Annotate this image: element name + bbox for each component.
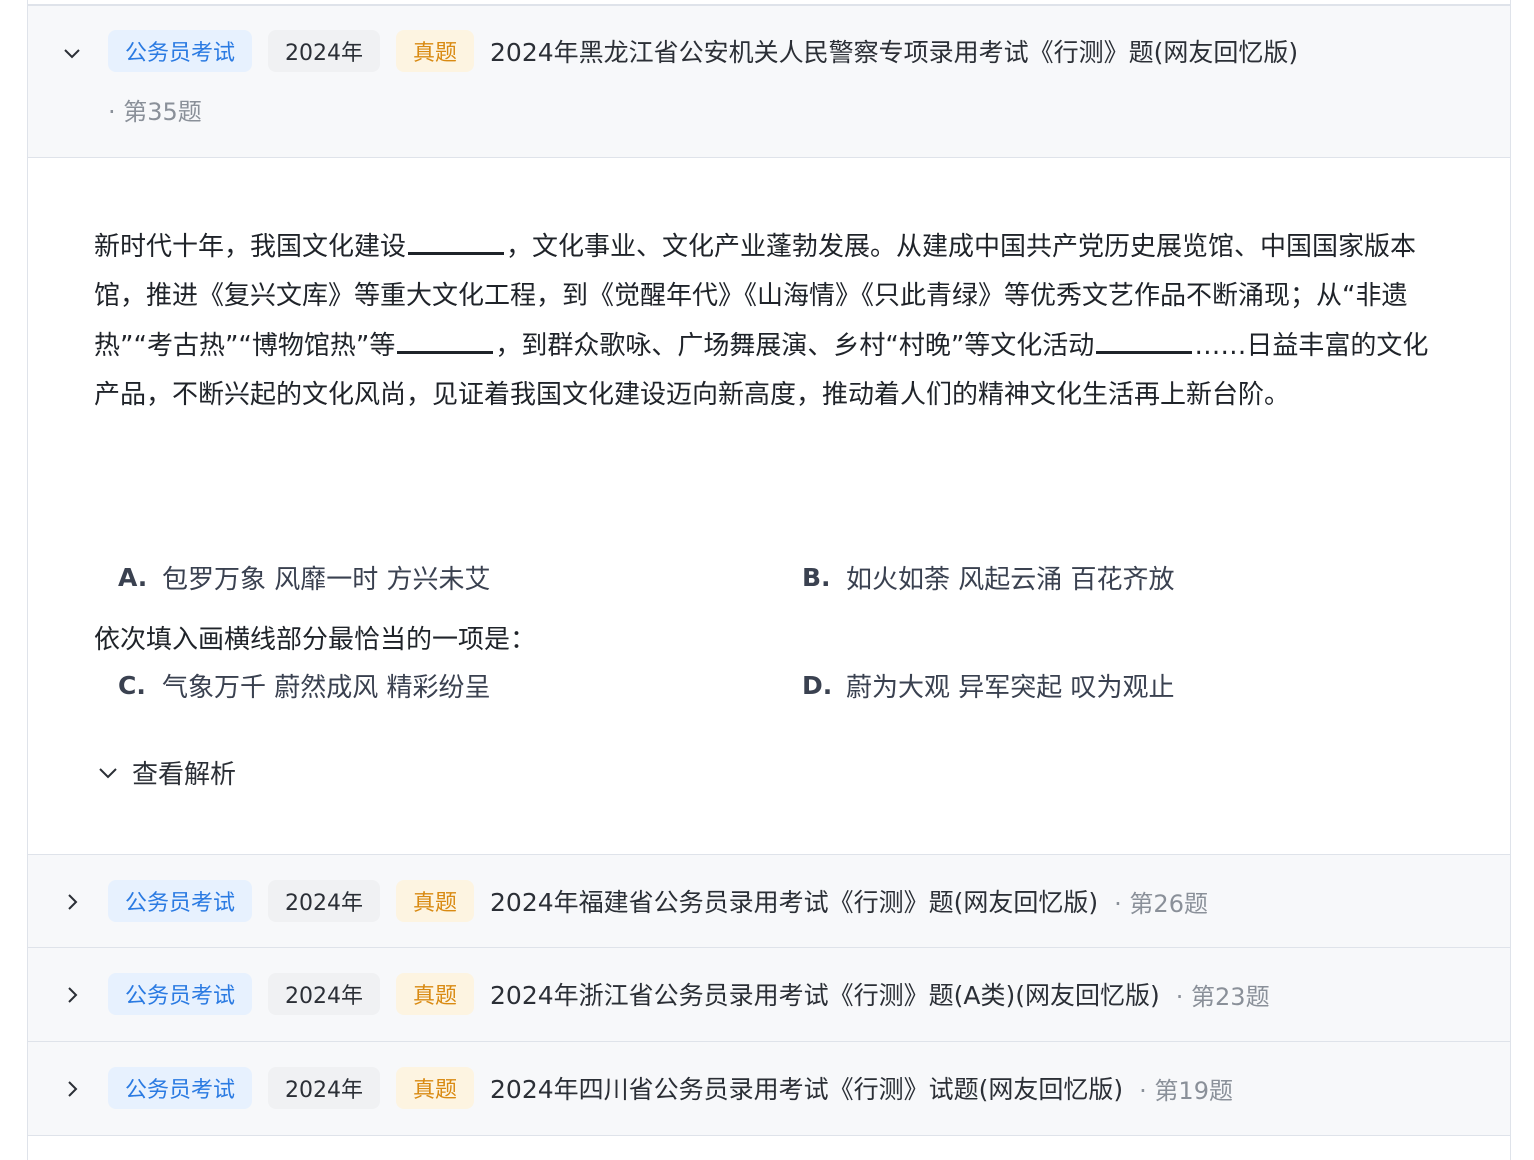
question-source-title[interactable]: 2024年浙江省公务员录用考试《行测》题(A类)(网友回忆版) [490,976,1160,1012]
real-exam-badge: 真题 [396,880,475,922]
question-number: · 第26题 [1114,889,1208,918]
blank-line [408,222,505,255]
category-tag: 公务员考试 [108,30,253,72]
option-text: 包罗万象 风靡一时 方兴未艾 [162,565,491,595]
real-exam-badge: 真题 [396,973,475,1015]
question-header[interactable]: 公务员考试 2024年 真题 2024年浙江省公务员录用考试《行测》题(A类)(… [28,948,1510,1042]
real-exam-badge: 真题 [396,1067,475,1109]
view-analysis-toggle[interactable]: 查看解析 [98,754,236,791]
year-tag: 2024年 [268,973,381,1015]
question-prompt: 依次填入画横线部分最恰当的一项是： [94,625,537,655]
question-number: · 第19题 [1139,1076,1233,1105]
option-letter: B. [802,563,831,592]
question-header[interactable]: 公务员考试 2024年 真题 2024年四川省公务员录用考试《行测》试题(网友回… [28,1042,1510,1136]
question-meta: 公务员考试 2024年 真题 2024年福建省公务员录用考试《行测》题(网友回忆… [108,880,1208,922]
category-tag: 公务员考试 [108,973,253,1015]
question-number: · 第35题 [108,98,202,126]
option-a[interactable]: A. 包罗万象 风靡一时 方兴未艾 [118,559,491,596]
option-text: 蔚为大观 异军突起 叹为观止 [846,673,1175,703]
question-source-title[interactable]: 2024年黑龙江省公安机关人民警察专项录用考试《行测》题(网友回忆版) [490,33,1298,69]
option-b[interactable]: B. 如火如荼 风起云涌 百花齐放 [802,559,1175,596]
chevron-right-icon[interactable] [60,983,84,1007]
question-body: 新时代十年，我国文化建设 ，文化事业、文化产业蓬勃发展。从建成中国共产党历史展览馆… [28,154,1510,854]
category-tag: 公务员考试 [108,1067,253,1109]
question-meta: 公务员考试 2024年 真题 2024年四川省公务员录用考试《行测》试题(网友回… [108,1067,1233,1109]
option-d[interactable]: D. 蔚为大观 异军突起 叹为观止 [802,667,1175,704]
option-letter: C. [118,671,146,700]
view-analysis-label: 查看解析 [132,760,237,790]
question-header[interactable]: 公务员考试 2024年 真题 2024年福建省公务员录用考试《行测》题(网友回忆… [28,854,1510,948]
passage-text: ，到群众歌咏、广场舞展演、乡村“村晚”等文化活动 [495,331,1095,361]
question-source-title[interactable]: 2024年四川省公务员录用考试《行测》试题(网友回忆版) [490,1070,1123,1106]
blank-line [397,321,494,354]
option-text: 如火如荼 风起云涌 百花齐放 [846,565,1175,595]
question-meta: 公务员考试 2024年 真题 2024年黑龙江省公安机关人民警察专项录用考试《行… [108,30,1298,72]
passage-text: 新时代十年，我国文化建设 [94,232,407,262]
year-tag: 2024年 [268,30,381,72]
question-meta: 公务员考试 2024年 真题 2024年浙江省公务员录用考试《行测》题(A类)(… [108,973,1270,1015]
option-letter: D. [802,671,833,700]
question-source-title[interactable]: 2024年福建省公务员录用考试《行测》题(网友回忆版) [490,883,1098,919]
chevron-right-icon[interactable] [60,1077,84,1101]
option-c[interactable]: C. 气象万千 蔚然成风 精彩纷呈 [118,667,491,704]
chevron-down-icon[interactable] [60,42,84,66]
question-passage: 新时代十年，我国文化建设 ，文化事业、文化产业蓬勃发展。从建成中国共产党历史展览馆… [94,222,1454,420]
real-exam-badge: 真题 [396,30,475,72]
year-tag: 2024年 [268,1067,381,1109]
chevron-down-icon [98,767,118,779]
blank-line [1096,321,1193,354]
question-header[interactable]: 公务员考试 2024年 真题 2024年黑龙江省公安机关人民警察专项录用考试《行… [28,4,1510,158]
category-tag: 公务员考试 [108,880,253,922]
year-tag: 2024年 [268,880,381,922]
question-list: 公务员考试 2024年 真题 2024年黑龙江省公安机关人民警察专项录用考试《行… [27,0,1511,1160]
option-text: 气象万千 蔚然成风 精彩纷呈 [162,673,491,703]
chevron-right-icon[interactable] [60,890,84,914]
question-number: · 第23题 [1175,982,1270,1011]
option-letter: A. [118,563,148,592]
